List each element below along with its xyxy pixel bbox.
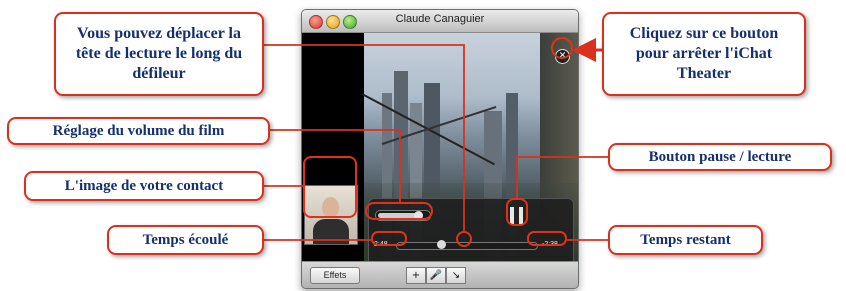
callout-elapsed: Temps écoulé <box>107 225 264 255</box>
callout-pause-play: Bouton pause / lecture <box>608 143 832 171</box>
callout-contact-image: L'image de votre contact <box>24 171 264 201</box>
stop-arrow-head <box>572 41 591 59</box>
callout-remaining: Temps restant <box>608 225 763 255</box>
callout-stop-theater: Cliquez sur ce bouton pour arrêter l'iCh… <box>602 12 806 96</box>
pause-connector <box>516 156 608 198</box>
callout-volume: Réglage du volume du film <box>7 117 270 145</box>
volume-connector <box>270 129 401 202</box>
callout-playhead: Vous pouvez déplacer la tête de lecture … <box>54 12 264 96</box>
playhead-connector <box>264 44 465 231</box>
